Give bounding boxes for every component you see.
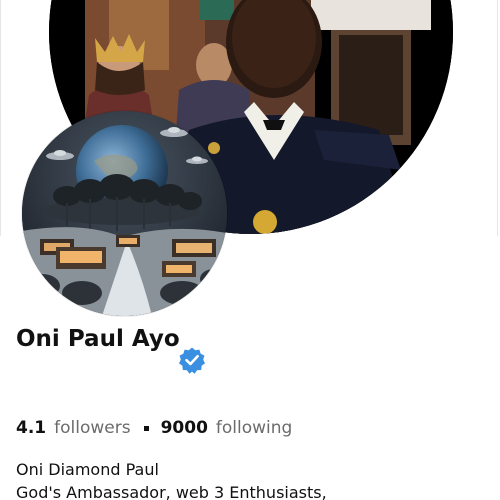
followers-link[interactable]: 4.1 followers (16, 418, 131, 438)
avatar-image (22, 111, 227, 316)
stats-separator-dot (143, 425, 149, 431)
followers-label: followers (54, 418, 131, 438)
following-label: following (215, 418, 293, 438)
verified-badge-icon (179, 347, 205, 374)
bio-line-2: God's Ambassador, web 3 Enthusiasts, (16, 483, 327, 500)
bio-line-1: Oni Diamond Paul (16, 460, 159, 479)
followers-count: 4.1 (16, 418, 47, 438)
avatar[interactable] (22, 111, 227, 316)
display-name: Oni Paul Ayo (16, 326, 180, 352)
profile-stats: 4.1 followers 9000 following (16, 416, 292, 440)
following-link[interactable]: 9000 following (161, 418, 293, 438)
following-count: 9000 (160, 418, 208, 438)
profile-page: Oni Paul Ayo 4.1 followers 9000 following … (0, 0, 500, 500)
